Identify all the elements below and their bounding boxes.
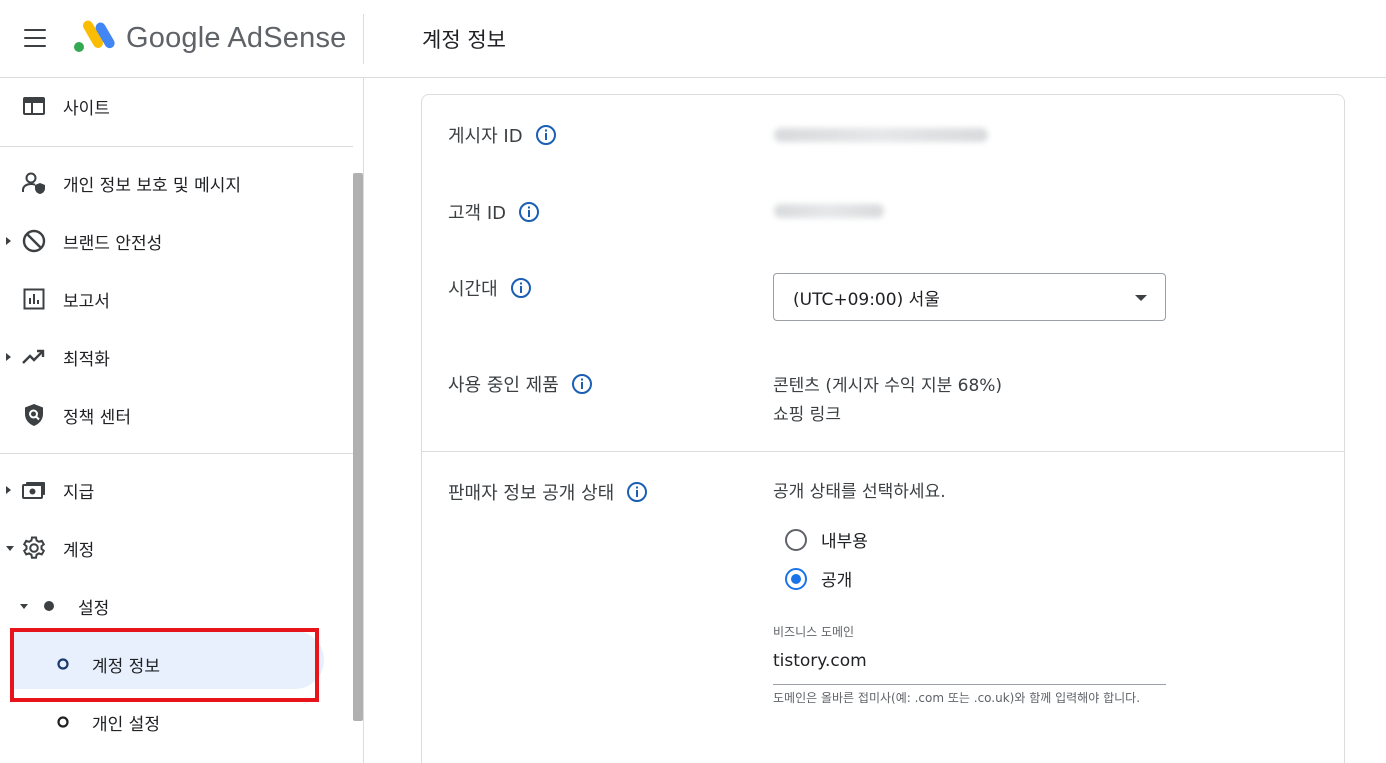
sidebar-item-label: 설정 xyxy=(78,598,110,619)
seller-visibility-prompt: 공개 상태를 선택하세요. xyxy=(773,482,946,502)
divider xyxy=(0,146,353,147)
info-icon[interactable] xyxy=(571,373,593,395)
radio-button-checked[interactable] xyxy=(785,567,807,590)
sidebar-item-label: 계정 xyxy=(63,540,95,561)
radio-label: 공개 xyxy=(821,571,853,591)
expand-arrow-icon[interactable] xyxy=(6,486,11,494)
trending-up-icon xyxy=(21,344,47,370)
sidebar-item-label: 지급 xyxy=(63,482,95,503)
publisher-id-value-blurred xyxy=(774,128,988,142)
privacy-person-icon xyxy=(21,170,47,196)
radio-label: 내부용 xyxy=(821,532,868,552)
product-item: 쇼핑 링크 xyxy=(773,405,841,425)
collapse-arrow-icon[interactable] xyxy=(20,603,28,609)
sidebar-item-brand-safety[interactable]: 브랜드 안전성 xyxy=(0,219,340,263)
sidebar-item-sites[interactable]: 사이트 xyxy=(0,84,340,128)
main-content: 게시자 ID 고객 ID 시간대 (UTC+09:00) 서울 사용 중인 제품… xyxy=(364,78,1386,763)
expand-arrow-icon[interactable] xyxy=(6,353,11,361)
sidebar-item-label: 계정 정보 xyxy=(92,656,160,677)
expand-arrow-icon[interactable] xyxy=(6,237,11,245)
sidebar-item-privacy-messaging[interactable]: 개인 정보 보호 및 메시지 xyxy=(0,161,340,205)
sidebar-item-label: 브랜드 안전성 xyxy=(63,233,163,254)
info-icon[interactable] xyxy=(518,201,540,223)
payments-icon xyxy=(21,477,47,503)
sidebar-scrollbar[interactable] xyxy=(353,173,363,721)
sidebar-item-payments[interactable]: 지급 xyxy=(0,468,340,512)
timezone-label: 시간대 xyxy=(448,275,532,301)
business-domain-label: 비즈니스 도메인 xyxy=(773,625,855,639)
sidebar-item-settings[interactable]: 설정 xyxy=(0,584,340,628)
bullet-icon xyxy=(36,593,62,619)
customer-id-label: 고객 ID xyxy=(448,199,540,225)
timezone-select[interactable]: (UTC+09:00) 서울 xyxy=(773,273,1166,321)
sidebar: 사이트 개인 정보 보호 및 메시지 브랜드 안전성 보고서 최적화 정책 센터 xyxy=(0,78,364,763)
seller-visibility-label: 판매자 정보 공개 상태 xyxy=(448,479,648,505)
timezone-selected-value: (UTC+09:00) 서울 xyxy=(793,289,940,310)
customer-id-value-blurred xyxy=(774,204,884,218)
circle-outline-icon xyxy=(50,709,76,735)
radio-option-public[interactable]: 공개 xyxy=(785,566,852,591)
products-label: 사용 중인 제품 xyxy=(448,371,593,397)
page-title: 계정 정보 xyxy=(422,28,506,52)
sidebar-item-label: 보고서 xyxy=(63,291,110,312)
web-icon xyxy=(21,93,47,119)
block-icon xyxy=(21,228,47,254)
brand-name: Google AdSense xyxy=(126,22,347,54)
publisher-id-label: 게시자 ID xyxy=(448,122,557,148)
sidebar-item-label: 정책 센터 xyxy=(63,407,131,428)
header-divider xyxy=(363,14,364,64)
sidebar-item-policy-center[interactable]: 정책 센터 xyxy=(0,393,340,437)
info-icon[interactable] xyxy=(626,481,648,503)
product-item: 콘텐츠 (게시자 수익 지분 68%) xyxy=(773,376,1003,396)
sidebar-item-personal-settings[interactable]: 개인 설정 xyxy=(0,700,340,744)
domain-helper-text: 도메인은 올바른 접미사(예: .com 또는 .co.uk)와 함께 입력해야… xyxy=(773,691,1141,705)
info-icon[interactable] xyxy=(510,277,532,299)
collapse-arrow-icon[interactable] xyxy=(6,545,14,551)
radio-option-internal[interactable]: 내부용 xyxy=(785,527,868,552)
bar-chart-icon xyxy=(21,286,47,312)
sidebar-item-label: 최적화 xyxy=(63,349,110,370)
gear-icon xyxy=(21,535,47,561)
sidebar-item-optimization[interactable]: 최적화 xyxy=(0,335,340,379)
top-app-bar: Google AdSense 계정 정보 xyxy=(0,0,1386,78)
policy-shield-icon xyxy=(21,402,47,428)
sidebar-item-label: 사이트 xyxy=(63,98,110,119)
account-info-card: 게시자 ID 고객 ID 시간대 (UTC+09:00) 서울 사용 중인 제품… xyxy=(421,94,1345,763)
divider xyxy=(422,451,1344,452)
circle-outline-icon xyxy=(50,651,76,677)
info-icon[interactable] xyxy=(535,124,557,146)
sidebar-item-account-info[interactable]: 계정 정보 xyxy=(0,642,340,686)
dropdown-arrow-icon xyxy=(1135,295,1147,301)
sidebar-item-label: 개인 정보 보호 및 메시지 xyxy=(63,175,242,196)
business-domain-input[interactable] xyxy=(773,651,1153,671)
sidebar-item-label: 개인 설정 xyxy=(92,714,160,735)
radio-button-unchecked[interactable] xyxy=(785,528,807,551)
sidebar-item-reports[interactable]: 보고서 xyxy=(0,277,340,321)
adsense-logo xyxy=(74,20,115,52)
sidebar-item-account[interactable]: 계정 xyxy=(0,526,340,570)
business-domain-field[interactable]: 비즈니스 도메인 xyxy=(773,619,1166,685)
menu-icon[interactable] xyxy=(24,29,46,47)
divider xyxy=(0,453,353,454)
